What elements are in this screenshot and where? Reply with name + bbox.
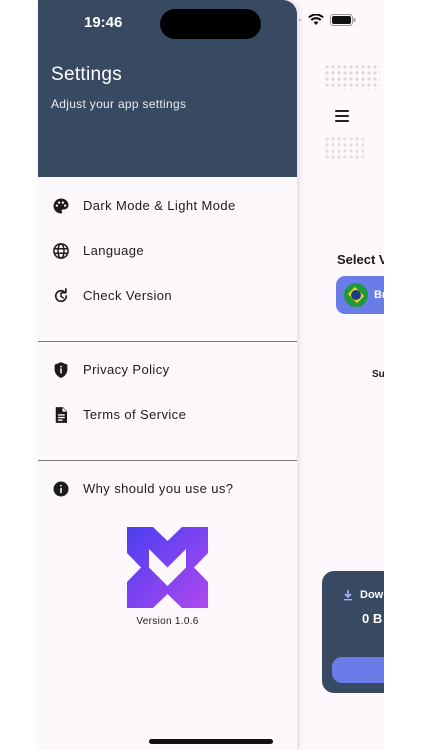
country-chip[interactable]: Br xyxy=(336,276,384,314)
download-row: Dow xyxy=(342,589,383,601)
settings-drawer: 19:46 Settings Adjust your app settings … xyxy=(38,0,297,750)
menu-item-label: Privacy Policy xyxy=(83,362,170,377)
divider xyxy=(38,460,297,461)
app-logo xyxy=(127,527,208,608)
refresh-icon xyxy=(54,288,68,303)
menu-item-check-version[interactable]: Check Version xyxy=(38,278,297,314)
menu-icon[interactable] xyxy=(335,110,349,125)
menu-item-privacy-policy[interactable]: Privacy Policy xyxy=(38,352,297,388)
wifi-icon xyxy=(308,14,324,25)
download-label: Dow xyxy=(360,589,384,601)
home-indicator[interactable] xyxy=(149,739,273,744)
stats-card: Dow 0 B xyxy=(322,571,384,693)
decorative-dot-pattern xyxy=(324,136,364,160)
info-icon xyxy=(53,481,69,497)
download-icon xyxy=(344,590,352,601)
menu-item-label: Check Version xyxy=(83,288,173,303)
menu-item-label: Language xyxy=(83,243,145,258)
menu-item-theme[interactable]: Dark Mode & Light Mode xyxy=(38,188,297,224)
battery-icon xyxy=(330,14,356,26)
globe-icon xyxy=(53,243,69,259)
country-chip-label: Br xyxy=(374,289,384,301)
shield-icon xyxy=(54,362,68,378)
brazil-flag-icon xyxy=(344,283,368,307)
dynamic-island xyxy=(160,9,261,39)
document-icon xyxy=(55,407,67,423)
version-label: Version 1.0.6 xyxy=(136,616,199,627)
menu-item-why-use-us[interactable]: Why should you use us? xyxy=(38,471,297,507)
drawer-header: 19:46 Settings Adjust your app settings xyxy=(38,0,297,177)
menu-item-label: Why should you use us? xyxy=(83,481,234,496)
menu-item-language[interactable]: Language xyxy=(38,233,297,269)
status-time: 19:46 xyxy=(84,14,123,31)
connect-button[interactable] xyxy=(332,657,384,683)
drawer-subtitle: Adjust your app settings xyxy=(51,97,187,111)
palette-icon xyxy=(53,198,69,214)
divider xyxy=(38,341,297,342)
select-server-label: Select V xyxy=(337,252,384,267)
decorative-dot-pattern xyxy=(324,64,380,90)
menu-item-label: Dark Mode & Light Mode xyxy=(83,198,236,213)
drawer-title: Settings xyxy=(51,64,123,85)
menu-item-terms-of-service[interactable]: Terms of Service xyxy=(38,397,297,433)
menu-item-label: Terms of Service xyxy=(83,407,187,422)
download-value: 0 B xyxy=(362,611,383,626)
status-text: Su xyxy=(372,369,384,380)
